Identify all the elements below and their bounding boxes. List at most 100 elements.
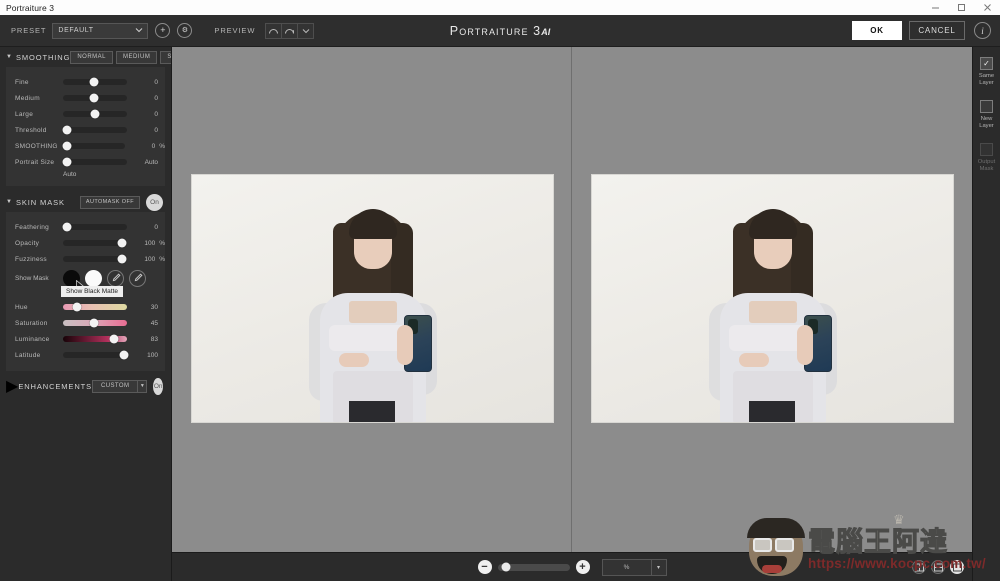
slider-row-latitude: Latitude 100 xyxy=(6,347,165,363)
slider-row-portrait-size: Portrait Size Auto xyxy=(6,154,165,170)
slider-hue[interactable] xyxy=(63,304,127,310)
skin-mask-section-title: SKIN MASK xyxy=(16,198,65,207)
slider-row-feathering: Feathering 0 xyxy=(6,219,165,235)
slider-value-fine: 0 xyxy=(136,79,158,86)
same-layer-label-line1: Same xyxy=(979,73,994,79)
preview-options-chevron-icon[interactable] xyxy=(297,23,314,39)
output-option-output-mask[interactable]: Output Mask xyxy=(978,143,995,173)
skin-mask-section-header[interactable]: ▼ SKIN MASK AUTOMASK OFF On xyxy=(0,192,171,212)
slider-label-fine: Fine xyxy=(15,79,63,86)
preset-settings-button[interactable]: ⚙ xyxy=(177,23,192,38)
bottom-status-bar: − + % ▾ xyxy=(172,552,972,581)
skin-mask-on-toggle[interactable]: On xyxy=(146,194,163,211)
white-matte-swatch[interactable] xyxy=(85,270,102,287)
enhancements-preset-dropdown[interactable]: CUSTOM ▼ xyxy=(92,380,147,393)
enhancements-section-header[interactable]: ▶ ENHANCEMENTS CUSTOM ▼ On xyxy=(0,376,171,396)
info-icon[interactable]: i xyxy=(974,22,991,39)
slider-label-portrait-size: Portrait Size xyxy=(15,159,63,166)
new-layer-checkbox[interactable] xyxy=(980,100,993,113)
minimize-icon[interactable] xyxy=(922,0,948,15)
slider-label-hue: Hue xyxy=(15,304,63,311)
maximize-icon[interactable] xyxy=(948,0,974,15)
slider-label-feathering: Feathering xyxy=(15,224,63,231)
output-mask-label-line1: Output xyxy=(978,159,995,165)
smoothing-preset-medium[interactable]: MEDIUM xyxy=(116,51,157,64)
preset-label: PRESET xyxy=(11,26,46,35)
same-layer-checkbox[interactable]: ✓ xyxy=(980,57,993,70)
before-photo xyxy=(191,174,554,423)
triangle-right-icon: ▶ xyxy=(6,376,18,396)
slider-saturation[interactable] xyxy=(63,320,127,326)
automask-button[interactable]: AUTOMASK OFF xyxy=(80,196,140,209)
after-preview-pane[interactable] xyxy=(572,47,972,552)
zoom-level-dropdown[interactable]: % ▾ xyxy=(602,559,667,576)
slider-value-feathering: 0 xyxy=(136,224,158,231)
zoom-level-value: % xyxy=(603,560,651,575)
preview-history-group xyxy=(265,23,313,39)
slider-value-opacity: 100 xyxy=(134,240,155,247)
eyedropper-add-icon[interactable] xyxy=(107,270,124,287)
preset-dropdown[interactable]: DEFAULT xyxy=(52,23,148,39)
slider-row-fine: Fine 0 xyxy=(6,74,165,90)
chevron-down-icon: ▾ xyxy=(651,560,666,575)
ok-button[interactable]: OK xyxy=(852,21,902,40)
smoothing-section-header[interactable]: ▼ SMOOTHING NORMAL MEDIUM STRONG xyxy=(0,47,171,67)
slider-row-saturation: Saturation 45 xyxy=(6,315,165,331)
slider-label-opacity: Opacity xyxy=(15,240,63,247)
slider-row-large: Large 0 xyxy=(6,106,165,122)
undo-icon[interactable] xyxy=(265,23,282,39)
output-option-new-layer[interactable]: New Layer xyxy=(979,100,994,130)
left-controls-panel: ▼ SMOOTHING NORMAL MEDIUM STRONG Fine 0 … xyxy=(0,47,172,581)
slider-luminance[interactable] xyxy=(63,336,127,342)
slider-value-portrait-size: Auto xyxy=(136,159,158,166)
slider-fine[interactable] xyxy=(63,79,127,85)
close-icon[interactable] xyxy=(974,0,1000,15)
smoothing-preset-strong[interactable]: STRONG xyxy=(160,51,172,64)
slider-unit-smoothing: % xyxy=(159,143,165,150)
slider-fuzziness[interactable] xyxy=(63,256,125,262)
slider-label-threshold: Threshold xyxy=(15,127,63,134)
cancel-button[interactable]: CANCEL xyxy=(909,21,965,40)
slider-opacity[interactable] xyxy=(63,240,125,246)
smoothing-preset-normal[interactable]: NORMAL xyxy=(70,51,113,64)
slider-row-smoothing: SMOOTHING 0 % xyxy=(6,138,165,154)
before-preview-pane[interactable] xyxy=(172,47,572,552)
slider-label-saturation: Saturation xyxy=(15,320,63,327)
portrait-size-note: Auto xyxy=(63,171,165,178)
slider-feathering[interactable] xyxy=(63,224,127,230)
slider-smoothing[interactable] xyxy=(63,143,125,149)
slider-value-large: 0 xyxy=(136,111,158,118)
output-mask-label-line2: Mask xyxy=(980,166,994,172)
slider-unit-fuzziness: % xyxy=(159,256,165,263)
slider-medium[interactable] xyxy=(63,95,127,101)
slider-latitude[interactable] xyxy=(63,352,127,358)
slider-value-latitude: 100 xyxy=(136,352,158,359)
slider-label-fuzziness: Fuzziness xyxy=(15,256,63,263)
slider-label-latitude: Latitude xyxy=(15,352,63,359)
add-preset-button[interactable]: + xyxy=(155,23,170,38)
view-mode-split-vertical-icon[interactable] xyxy=(912,560,926,574)
view-mode-single-icon[interactable] xyxy=(950,560,964,574)
eyedropper-subtract-icon[interactable] xyxy=(129,270,146,287)
slider-portrait-size[interactable] xyxy=(63,159,127,165)
slider-threshold[interactable] xyxy=(63,127,127,133)
chevron-down-icon xyxy=(135,27,143,35)
zoom-slider[interactable] xyxy=(498,564,570,571)
slider-large[interactable] xyxy=(63,111,127,117)
show-mask-row: Show Mask Show Black Matte xyxy=(6,267,165,289)
app-title-name: Portraiture xyxy=(450,24,529,38)
output-option-same-layer[interactable]: ✓ Same Layer xyxy=(979,57,994,87)
zoom-out-button[interactable]: − xyxy=(478,560,492,574)
slider-value-luminance: 83 xyxy=(136,336,158,343)
slider-row-opacity: Opacity 100 % xyxy=(6,235,165,251)
zoom-in-button[interactable]: + xyxy=(576,560,590,574)
output-mask-checkbox[interactable] xyxy=(980,143,993,156)
new-layer-label-line1: New xyxy=(981,116,993,122)
preview-canvas[interactable] xyxy=(172,47,972,552)
page-title: Portraiture 3ai xyxy=(0,24,1000,38)
view-mode-split-horizontal-icon[interactable] xyxy=(931,560,945,574)
redo-icon[interactable] xyxy=(281,23,298,39)
triangle-down-icon: ▼ xyxy=(6,54,12,60)
enhancements-on-toggle[interactable]: On xyxy=(153,378,163,395)
enhancements-preset-value: CUSTOM xyxy=(93,381,137,392)
